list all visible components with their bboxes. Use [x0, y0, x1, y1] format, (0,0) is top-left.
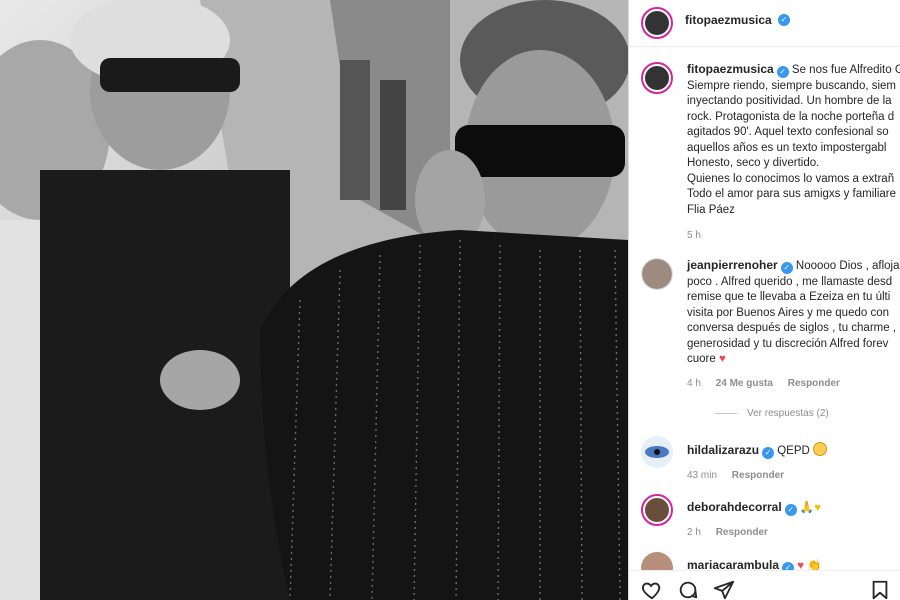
caption-line: Se nos fue Alfredito G — [791, 64, 900, 76]
comment-meta: 4 h 24 Me gusta Responder — [687, 376, 899, 392]
verified-badge-icon: ✓ — [780, 262, 793, 274]
comment-meta: 2 h Responder — [687, 525, 821, 541]
comment-line: conversa después de siglos , tu charme , — [687, 322, 897, 334]
heart-icon[interactable] — [641, 579, 663, 600]
comment-line: visita por Buenos Aires y me quedo con — [687, 306, 890, 319]
action-bar — [629, 570, 900, 600]
comment-line: Nooooo Dios , afloja — [795, 260, 900, 272]
comment-line: remise que te llevaba a Ezeiza en tu últ… — [687, 291, 891, 303]
comment-likes[interactable]: 24 Me gusta — [716, 378, 773, 389]
comment-line: generosidad y tu discreción Alfred forev — [687, 337, 889, 350]
post-photo — [0, 0, 628, 600]
comment-username[interactable]: deborahdecorral — [687, 500, 782, 514]
comment-text: deborahdecorral ✓ 🙏♥ 2 h Responder — [687, 500, 821, 540]
caption-line: inyectando positividad. Un hombre de la — [687, 95, 892, 107]
author-avatar-small[interactable] — [641, 62, 673, 94]
author-avatar[interactable] — [641, 7, 673, 39]
comment-time: 43 min — [687, 469, 718, 481]
caption-line: rock. Protagonista de la noche porteña d — [687, 110, 895, 123]
reply-button[interactable]: Responder — [716, 527, 768, 538]
red-heart-icon: ♥ — [718, 353, 726, 365]
view-replies-button[interactable]: Ver respuestas (2) — [715, 408, 829, 419]
comment-body: QEPD — [777, 445, 810, 457]
caption-text: fitopaezmusica ✓ Se nos fue Alfredito G S… — [687, 62, 900, 244]
yellow-heart-icon: ♥ — [814, 502, 822, 514]
caption-line: Flia Páez — [687, 203, 735, 216]
comment-username[interactable]: jeanpierrenoher — [687, 258, 778, 272]
comment-time: 4 h — [687, 377, 701, 389]
verified-badge-icon: ✓ — [778, 14, 790, 26]
comment-text: hildalizarazu ✓ QEPD 43 min Responder — [687, 442, 828, 484]
sad-face-icon — [813, 442, 828, 456]
post-header: fitopaezmusica ✓ — [629, 0, 900, 47]
comment-username[interactable]: hildalizarazu — [687, 443, 759, 457]
caption-line: aquellos años es un texto impostergabl — [687, 141, 887, 154]
caption-line: Quienes lo conocimos lo vamos a extrañ — [687, 172, 895, 185]
verified-badge-icon: ✓ — [776, 66, 789, 78]
save-icon[interactable] — [869, 579, 891, 600]
commenter-avatar[interactable] — [641, 494, 673, 526]
commenter-avatar[interactable] — [641, 258, 673, 290]
caption-line: Todo el amor para sus amigxs y familiare — [687, 188, 896, 200]
caption-line: agitados 90'. Aquel texto confesional so — [687, 126, 889, 138]
comment-line: poco . Alfred querido , me llamaste desd — [687, 275, 893, 288]
reply-button[interactable]: Responder — [788, 378, 840, 389]
post-side-panel: fitopaezmusica ✓ fitopaezmusica ✓ Se nos … — [628, 0, 900, 600]
comment-time: 2 h — [687, 526, 701, 538]
verified-badge-icon: ✓ — [762, 447, 775, 459]
caption-time: 5 h — [687, 230, 701, 241]
reply-button[interactable]: Responder — [732, 470, 784, 481]
comment-icon[interactable] — [677, 579, 699, 600]
verified-badge-icon: ✓ — [784, 504, 797, 516]
share-icon[interactable] — [713, 579, 735, 600]
author-username[interactable]: fitopaezmusica — [685, 13, 772, 27]
eye-avatar-icon — [645, 446, 669, 458]
commenter-avatar[interactable] — [641, 436, 673, 468]
comment-meta: 43 min Responder — [687, 468, 827, 484]
caption-line: Honesto, seco y divertido. — [687, 157, 820, 169]
comment-text: jeanpierrenoher ✓ Nooooo Dios , afloja po… — [687, 258, 899, 391]
caption-line: Siempre riendo, siempre buscando, siem — [687, 79, 897, 92]
caption-username[interactable]: fitopaezmusica — [687, 62, 774, 76]
comment-line: cuore — [687, 353, 716, 365]
praying-hands-icon: 🙏 — [799, 502, 815, 514]
